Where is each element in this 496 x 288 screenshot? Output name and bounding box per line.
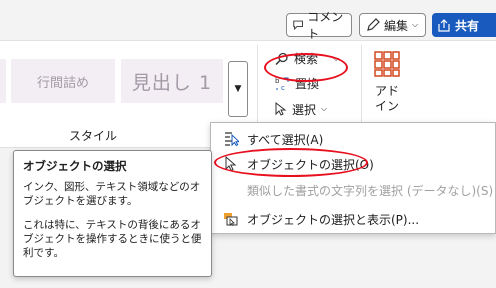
addin-button[interactable]: アド イン [372, 51, 402, 114]
tooltip-title: オブジェクトの選択 [23, 159, 127, 173]
style-item-label: 行間詰め [36, 75, 89, 91]
style-gallery-item-partial[interactable] [0, 59, 6, 103]
edit-label: 編集 [384, 18, 409, 33]
replace-button[interactable]: b c 置換 [275, 75, 319, 92]
chevron-down-icon: ⌵ [412, 20, 419, 29]
selection-pane-icon [224, 213, 238, 227]
menu-item-label: オブジェクトの選択と表示(P)... [247, 212, 420, 227]
top-bar: コメント 編集 ⌵ 共有 [0, 0, 496, 41]
search-icon [275, 52, 288, 65]
addin-grid-icon [374, 51, 400, 77]
svg-text:b: b [275, 77, 280, 85]
replace-icon: b c [275, 77, 289, 91]
chevron-down-icon: ⌵ [333, 53, 340, 63]
menu-item-label: オブジェクトの選択(O) [247, 157, 374, 172]
styles-group-label: スタイル [68, 129, 117, 143]
share-label: 共有 [455, 18, 480, 33]
tooltip-description: インク、図形、テキスト領域などのオブジェクトを選びます。 [23, 181, 201, 207]
style-gallery-more-button[interactable]: ▼ [228, 61, 248, 117]
comment-button[interactable]: コメント [286, 10, 352, 41]
select-button[interactable]: 選択 ⌵ [271, 99, 331, 119]
comment-label: コメント [307, 10, 344, 41]
edit-mode-button[interactable]: 編集 ⌵ [359, 13, 426, 37]
menu-item-select-objects[interactable]: オブジェクトの選択(O) [211, 152, 496, 176]
pencil-icon [367, 18, 380, 31]
menu-item-label: すべて選択(A) [247, 132, 324, 147]
cursor-arrow-icon [225, 156, 237, 172]
menu-item-select-similar-formatting: 類似した書式の文字列を選択 (データなし)(S) [211, 178, 496, 202]
cursor-arrow-icon [275, 102, 287, 116]
share-icon [438, 18, 450, 32]
addin-label: アド イン [374, 84, 399, 113]
chevron-down-icon: ▼ [234, 84, 242, 94]
style-gallery-item-heading-1[interactable]: 見出し 1 [121, 59, 223, 103]
search-label: 検索 [294, 52, 319, 66]
select-all-icon [225, 132, 239, 147]
comment-icon [293, 20, 303, 31]
tooltip-select-objects: オブジェクトの選択 インク、図形、テキスト領域などのオブジェクトを選びます。 こ… [13, 150, 212, 277]
style-gallery-item-no-spacing[interactable]: 行間詰め [11, 59, 115, 103]
share-button[interactable]: 共有 [432, 13, 496, 37]
svg-text:c: c [281, 84, 285, 91]
search-button[interactable]: 検索 ⌵ [275, 50, 339, 67]
menu-item-selection-pane[interactable]: オブジェクトの選択と表示(P)... [211, 207, 496, 231]
chevron-down-icon: ⌵ [321, 104, 328, 113]
select-label: 選択 [292, 102, 317, 117]
replace-label: 置換 [295, 77, 320, 91]
menu-item-select-all[interactable]: すべて選択(A) [211, 127, 496, 151]
select-dropdown-menu: すべて選択(A) オブジェクトの選択(O) 類似した書式の文字列を選択 (データ… [210, 122, 496, 234]
style-item-label: 見出し 1 [131, 71, 213, 94]
menu-item-label: 類似した書式の文字列を選択 (データなし)(S) [247, 183, 494, 198]
tooltip-note: これは特に、テキストの背後にあるオブジェクトを操作するときに使うと便利です。 [23, 219, 202, 259]
